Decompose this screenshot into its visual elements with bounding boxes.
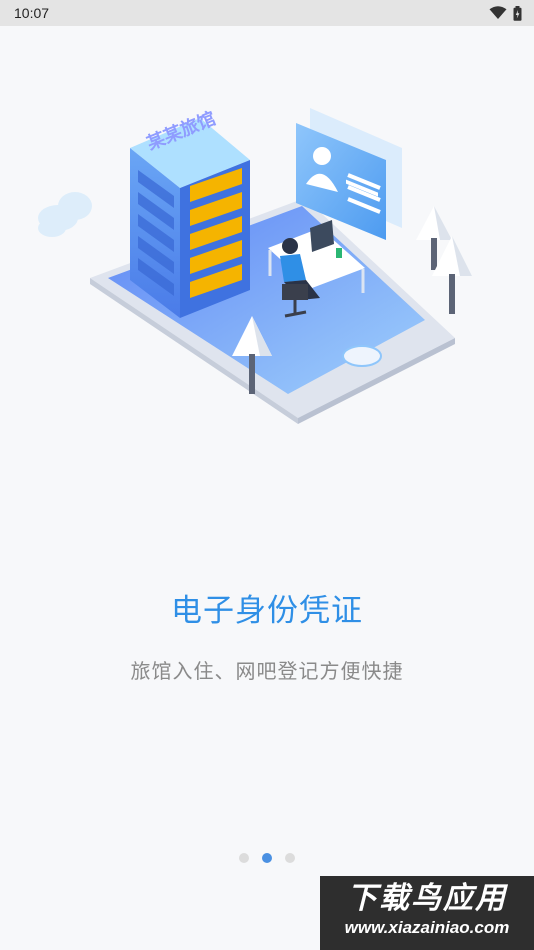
page-dot-1[interactable] [239, 853, 249, 863]
hotel-checkin-illustration: 某某旅馆 [38, 107, 472, 424]
hotel-building: 某某旅馆 [130, 107, 250, 318]
page-dot-2-active[interactable] [262, 853, 272, 863]
watermark-url: www.xiazainiao.com [344, 918, 510, 937]
status-time: 10:07 [14, 5, 50, 21]
onboarding-title: 电子身份凭证 [171, 593, 363, 629]
watermark-title: 下载鸟应用 [347, 881, 507, 916]
status-icons [489, 5, 522, 21]
status-bar: 10:07 [0, 0, 534, 26]
page-indicator [0, 853, 534, 863]
battery-icon [513, 5, 522, 21]
page-dot-3[interactable] [285, 853, 295, 863]
wifi-icon [489, 6, 507, 19]
watermark-logo: 下载鸟应用 www.xiazainiao.com [320, 876, 534, 950]
cloud-icon [38, 192, 92, 237]
onboarding-subtitle: 旅馆入住、网吧登记方便快捷 [130, 659, 404, 683]
